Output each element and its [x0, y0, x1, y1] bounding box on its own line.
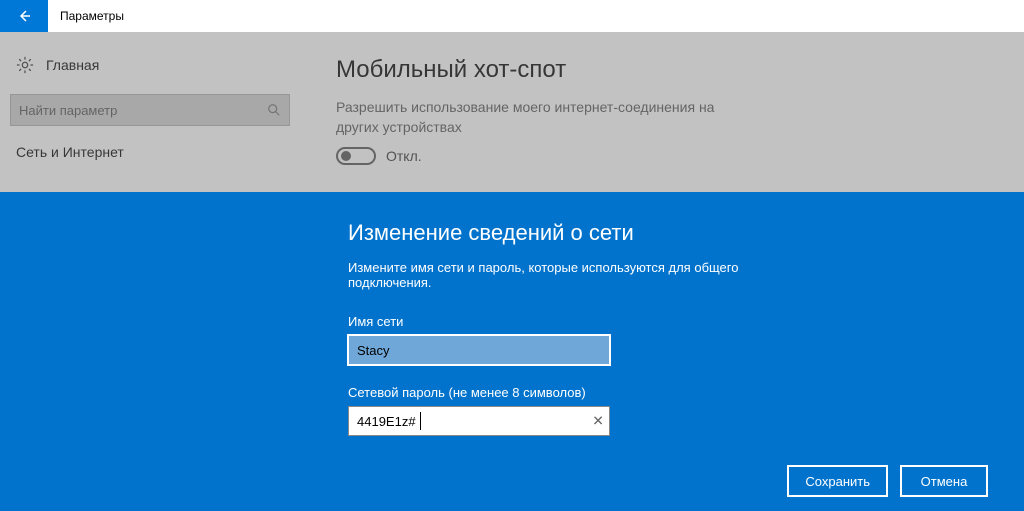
network-name-value: Stacy [357, 343, 390, 358]
arrow-left-icon [16, 8, 32, 24]
toggle-knob [341, 151, 351, 161]
window-title: Параметры [48, 9, 124, 23]
toggle-state-label: Откл. [386, 148, 422, 164]
page-title: Мобильный хот-спот [336, 56, 1004, 84]
save-button[interactable]: Сохранить [787, 465, 888, 497]
cancel-button[interactable]: Отмена [900, 465, 988, 497]
hotspot-toggle[interactable] [336, 147, 376, 165]
modal-title: Изменение сведений о сети [348, 220, 750, 246]
network-password-input[interactable] [348, 406, 610, 436]
titlebar: Параметры [0, 0, 1024, 32]
network-name-input[interactable]: Stacy [348, 335, 610, 365]
gear-icon [16, 56, 34, 74]
text-cursor [420, 412, 421, 430]
search-icon [267, 103, 281, 117]
page-description: Разрешить использование моего интернет-с… [336, 98, 736, 137]
network-password-label: Сетевой пароль (не менее 8 символов) [348, 385, 750, 400]
edit-network-modal: Изменение сведений о сети Измените имя с… [0, 192, 1024, 511]
sidebar-home-label: Главная [46, 57, 99, 73]
back-button[interactable] [0, 0, 48, 32]
modal-subtitle: Измените имя сети и пароль, которые испо… [348, 260, 750, 290]
search-input[interactable]: Найти параметр [10, 94, 290, 126]
sidebar-item-home[interactable]: Главная [0, 48, 300, 82]
clear-input-button[interactable]: ✕ [592, 413, 604, 430]
sidebar-section-heading: Сеть и Интернет [0, 126, 300, 168]
network-name-label: Имя сети [348, 314, 750, 329]
search-placeholder: Найти параметр [19, 103, 267, 118]
